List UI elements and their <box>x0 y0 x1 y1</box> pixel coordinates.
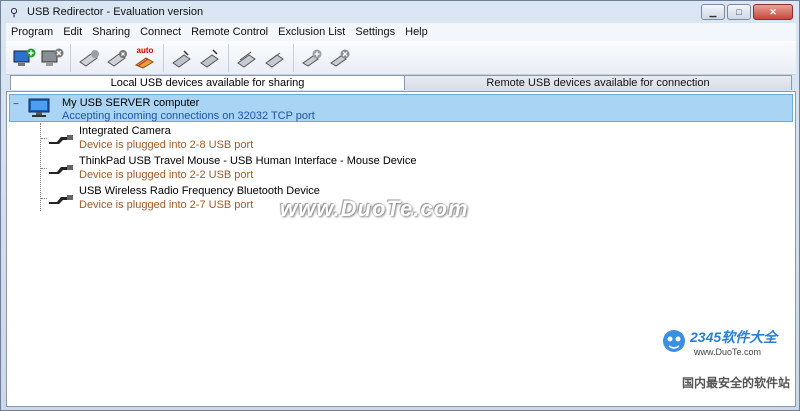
menu-sharing[interactable]: Sharing <box>87 26 135 38</box>
toolbar-group-remote <box>294 44 358 72</box>
auto-share-icon <box>134 56 154 69</box>
usb-app-icon: ⚲ <box>9 6 19 19</box>
device-status: Device is plugged into 2-8 USB port <box>79 139 254 151</box>
add-server-button[interactable] <box>10 45 38 71</box>
usb-plug-icon <box>49 135 73 144</box>
server-name: My USB SERVER computer <box>62 97 200 109</box>
usb-plug-icon <box>49 195 73 204</box>
menu-bar: Program Edit Sharing Connect Remote Cont… <box>6 23 796 41</box>
toolbar-group-connect-all <box>229 43 294 72</box>
device-row[interactable]: ThinkPad USB Travel Mouse - USB Human In… <box>41 153 743 183</box>
toolbar: auto <box>6 41 796 75</box>
unshare-device-icon <box>107 49 127 67</box>
menu-remote-control[interactable]: Remote Control <box>186 26 273 38</box>
add-server-icon <box>13 48 36 66</box>
menu-connect[interactable]: Connect <box>135 26 186 38</box>
menu-settings[interactable]: Settings <box>350 26 400 38</box>
remove-remote-button[interactable] <box>326 45 354 71</box>
connect-all-icon <box>237 51 256 68</box>
toolbar-group-sharing: auto <box>71 43 164 72</box>
watermark-brand: 2345软件大全 <box>690 329 778 345</box>
connect-button[interactable] <box>168 45 196 71</box>
watermark-text: www.DuoTe.com <box>280 196 469 221</box>
tab-strip: Local USB devices available for sharing … <box>6 75 796 91</box>
disconnect-icon <box>200 48 219 68</box>
window-title: USB Redirector - Evaluation version <box>27 6 204 18</box>
close-button[interactable]: ✕ <box>753 4 793 20</box>
watermark-logo: 2345软件大全 www.DuoTe.com <box>660 327 790 361</box>
collapse-toggle[interactable]: − <box>13 100 21 110</box>
auto-label: auto <box>136 45 154 55</box>
device-status: Device is plugged into 2-7 USB port <box>79 199 254 211</box>
share-device-icon <box>79 49 99 67</box>
server-row[interactable]: − My USB SERVER computer Accepting incom… <box>9 94 793 122</box>
computer-icon <box>28 98 50 117</box>
window-controls: ▁ □ ✕ <box>701 4 793 20</box>
toolbar-group-server <box>6 43 71 72</box>
toolbar-group-connect <box>164 43 229 72</box>
device-status: Device is plugged into 2-2 USB port <box>79 169 254 181</box>
remove-remote-icon <box>330 49 350 67</box>
add-remote-button[interactable] <box>298 45 326 71</box>
watermark-url: www.DuoTe.com <box>694 347 762 357</box>
disconnect-all-button[interactable] <box>261 45 289 71</box>
auto-share-button[interactable]: auto <box>131 45 159 71</box>
menu-help[interactable]: Help <box>400 26 433 38</box>
remove-server-button[interactable] <box>38 45 66 71</box>
unshare-device-button[interactable] <box>103 45 131 71</box>
remove-server-icon <box>41 48 64 66</box>
minimize-button[interactable]: ▁ <box>701 4 725 20</box>
connect-all-button[interactable] <box>233 45 261 71</box>
usb-plug-icon <box>49 165 73 174</box>
tab-local-devices[interactable]: Local USB devices available for sharing <box>10 75 405 90</box>
menu-program[interactable]: Program <box>6 26 58 38</box>
maximize-button[interactable]: □ <box>727 4 751 20</box>
device-name: Integrated Camera <box>79 125 171 137</box>
mascot-icon <box>663 330 685 352</box>
disconnect-button[interactable] <box>196 45 224 71</box>
menu-exclusion-list[interactable]: Exclusion List <box>273 26 350 38</box>
share-device-button[interactable] <box>75 45 103 71</box>
tab-remote-devices[interactable]: Remote USB devices available for connect… <box>404 75 792 90</box>
title-bar[interactable]: ⚲ USB Redirector - Evaluation version ▁ … <box>1 1 799 23</box>
add-remote-icon <box>302 49 322 67</box>
watermark-tagline: 国内最安全的软件站 <box>681 376 790 390</box>
device-name: ThinkPad USB Travel Mouse - USB Human In… <box>79 155 417 167</box>
menu-edit[interactable]: Edit <box>58 26 87 38</box>
disconnect-all-icon <box>265 52 284 68</box>
device-row[interactable]: Integrated Camera Device is plugged into… <box>41 123 743 153</box>
connect-icon <box>172 49 191 68</box>
server-status: Accepting incoming connections on 32032 … <box>62 110 315 122</box>
